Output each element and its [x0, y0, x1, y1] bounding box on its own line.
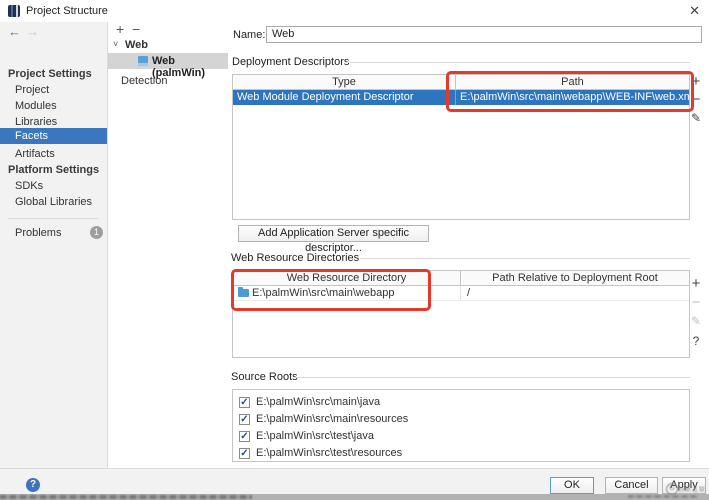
- title-bar: Project Structure ✕: [0, 0, 709, 22]
- add-facet-icon[interactable]: +: [116, 21, 124, 37]
- table-row[interactable]: Web Module Deployment Descriptor E:\palm…: [233, 90, 689, 105]
- remove-descriptor-icon[interactable]: −: [688, 92, 704, 107]
- ok-button[interactable]: OK: [550, 477, 594, 494]
- dialog-title: Project Structure: [26, 5, 108, 17]
- tree-node-web-label: Web: [125, 39, 149, 51]
- dialog-footer: ? OK Cancel Apply: [0, 468, 709, 495]
- source-root-path: E:\palmWin\src\test\java: [256, 430, 374, 442]
- sidebar-item-facets[interactable]: Facets: [0, 128, 107, 144]
- resource-directory-text: E:\palmWin\src\main\webapp: [252, 287, 395, 299]
- help-icon[interactable]: ?: [26, 478, 40, 492]
- sidebar-item-libraries[interactable]: Libraries: [15, 116, 57, 128]
- facets-tree-panel: + − ˅ Web Web (palmWin) Detection: [108, 21, 229, 468]
- project-structure-dialog: Project Structure ✕ ← → Project Settings…: [0, 0, 709, 500]
- source-roots-header: Source Roots: [231, 371, 298, 383]
- section-rule: [360, 258, 690, 259]
- source-root-path: E:\palmWin\src\main\resources: [256, 413, 409, 425]
- bottom-edge-strip: [0, 494, 709, 500]
- question-icon[interactable]: ?: [688, 334, 704, 348]
- web-resource-directories-table[interactable]: Web Resource Directory Path Relative to …: [232, 270, 690, 358]
- name-input[interactable]: Web: [266, 26, 702, 43]
- web-resource-directories-header: Web Resource Directories: [231, 252, 360, 264]
- watermark-logo-icon: G: [666, 483, 678, 496]
- source-root-path: E:\palmWin\src\test\resources: [256, 447, 403, 459]
- add-resource-icon[interactable]: +: [688, 276, 704, 291]
- tree-node-web[interactable]: ˅ Web: [108, 38, 228, 53]
- edit-descriptor-icon[interactable]: ✎: [688, 111, 704, 125]
- watermark-text: 创新互联: [678, 487, 707, 494]
- checked-checkbox-icon[interactable]: ✓: [239, 431, 250, 442]
- checked-checkbox-icon[interactable]: ✓: [239, 397, 250, 408]
- facet-editor-panel: Name: Web Deployment Descriptors Type Pa…: [228, 22, 709, 468]
- column-header-web-resource-directory[interactable]: Web Resource Directory: [233, 271, 461, 285]
- remove-facet-icon[interactable]: −: [132, 21, 140, 37]
- section-rule: [294, 377, 690, 378]
- problems-count-badge: 1: [90, 226, 103, 239]
- cancel-button[interactable]: Cancel: [605, 477, 658, 494]
- sidebar-item-modules[interactable]: Modules: [15, 100, 57, 112]
- sidebar-item-project[interactable]: Project: [15, 84, 49, 96]
- column-header-path[interactable]: Path: [456, 75, 689, 89]
- tree-node-detection[interactable]: Detection: [121, 75, 167, 87]
- watermark: G 创新互联: [666, 483, 707, 496]
- section-rule: [346, 62, 690, 63]
- checked-checkbox-icon[interactable]: ✓: [239, 448, 250, 459]
- back-icon[interactable]: ←: [8, 24, 21, 39]
- checked-checkbox-icon[interactable]: ✓: [239, 414, 250, 425]
- sidebar-item-problems[interactable]: Problems: [15, 227, 61, 239]
- deployment-descriptors-table[interactable]: Type Path Web Module Deployment Descript…: [232, 74, 690, 220]
- table-header-row: Web Resource Directory Path Relative to …: [233, 271, 689, 286]
- sidebar-item-sdks[interactable]: SDKs: [15, 180, 43, 192]
- add-descriptor-icon[interactable]: +: [688, 74, 704, 89]
- web-facet-icon: [138, 56, 148, 66]
- table-row[interactable]: E:\palmWin\src\main\webapp /: [233, 286, 689, 301]
- descriptor-path-cell[interactable]: E:\palmWin\src\main\webapp\WEB-INF\web.x…: [456, 90, 689, 105]
- source-root-path: E:\palmWin\src\main\java: [256, 396, 381, 408]
- chevron-down-icon[interactable]: ˅: [113, 39, 118, 49]
- close-icon[interactable]: ✕: [689, 3, 700, 19]
- name-label: Name:: [233, 29, 266, 41]
- add-app-server-descriptor-button[interactable]: Add Application Server specific descript…: [238, 225, 429, 254]
- table-header-row: Type Path: [233, 75, 689, 90]
- column-header-type[interactable]: Type: [233, 75, 456, 89]
- settings-sidebar: ← → Project Settings Project Modules Lib…: [0, 22, 108, 468]
- deployment-descriptors-header: Deployment Descriptors: [232, 56, 350, 68]
- tree-node-web-palmwin[interactable]: Web (palmWin): [108, 53, 228, 79]
- forward-icon: →: [26, 24, 39, 39]
- source-roots-list[interactable]: ✓ E:\palmWin\src\main\java ✓ E:\palmWin\…: [232, 389, 690, 462]
- sidebar-divider: [8, 218, 98, 219]
- sidebar-item-artifacts[interactable]: Artifacts: [15, 148, 55, 160]
- web-folder-icon: [238, 287, 249, 297]
- remove-resource-icon: −: [691, 294, 701, 311]
- sidebar-item-global-libraries[interactable]: Global Libraries: [15, 196, 92, 208]
- relative-path-cell[interactable]: /: [461, 286, 689, 300]
- section-header-project-settings: Project Settings: [8, 68, 92, 80]
- descriptor-type-cell[interactable]: Web Module Deployment Descriptor: [233, 90, 456, 105]
- tree-toolbar: + −: [108, 21, 228, 37]
- section-header-platform-settings: Platform Settings: [8, 164, 100, 176]
- blurred-artifact: [0, 495, 252, 499]
- column-header-path-relative[interactable]: Path Relative to Deployment Root: [461, 271, 689, 285]
- project-structure-icon: [8, 5, 20, 17]
- resource-directory-cell[interactable]: E:\palmWin\src\main\webapp: [233, 286, 461, 300]
- blurred-artifact: [628, 495, 698, 498]
- edit-resource-icon: ✎: [690, 314, 702, 328]
